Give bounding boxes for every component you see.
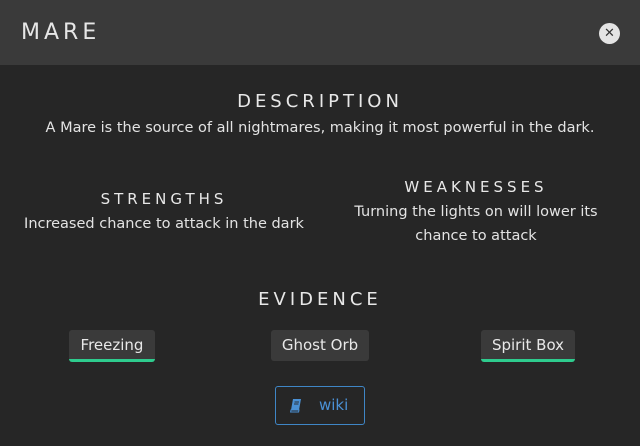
modal-header: MARE ✕ — [0, 0, 640, 65]
close-icon: ✕ — [604, 26, 615, 41]
weaknesses-heading: WEAKNESSES — [404, 178, 548, 196]
ghost-title: MARE — [21, 20, 101, 45]
evidence-badge-ghost-orb[interactable]: Ghost Orb — [271, 330, 369, 361]
strengths-text: Increased chance to attack in the dark — [24, 216, 304, 232]
description-heading: DESCRIPTION — [237, 91, 403, 112]
evidence-badge-spirit-box[interactable]: Spirit Box — [481, 330, 575, 362]
wiki-label: wiki — [319, 396, 349, 414]
evidence-badge-freezing[interactable]: Freezing — [69, 330, 155, 362]
evidence-heading: EVIDENCE — [258, 289, 382, 310]
weaknesses-text: Turning the lights on will lower its cha… — [354, 204, 598, 244]
wiki-button[interactable]: wiki — [275, 386, 365, 425]
close-button[interactable]: ✕ — [599, 23, 620, 44]
description-text: A Mare is the source of all nightmares, … — [45, 120, 595, 136]
strengths-heading: STRENGTHS — [100, 190, 228, 208]
book-icon — [290, 399, 301, 413]
ghost-info-modal: MARE ✕ DESCRIPTION A Mare is the source … — [0, 0, 640, 446]
